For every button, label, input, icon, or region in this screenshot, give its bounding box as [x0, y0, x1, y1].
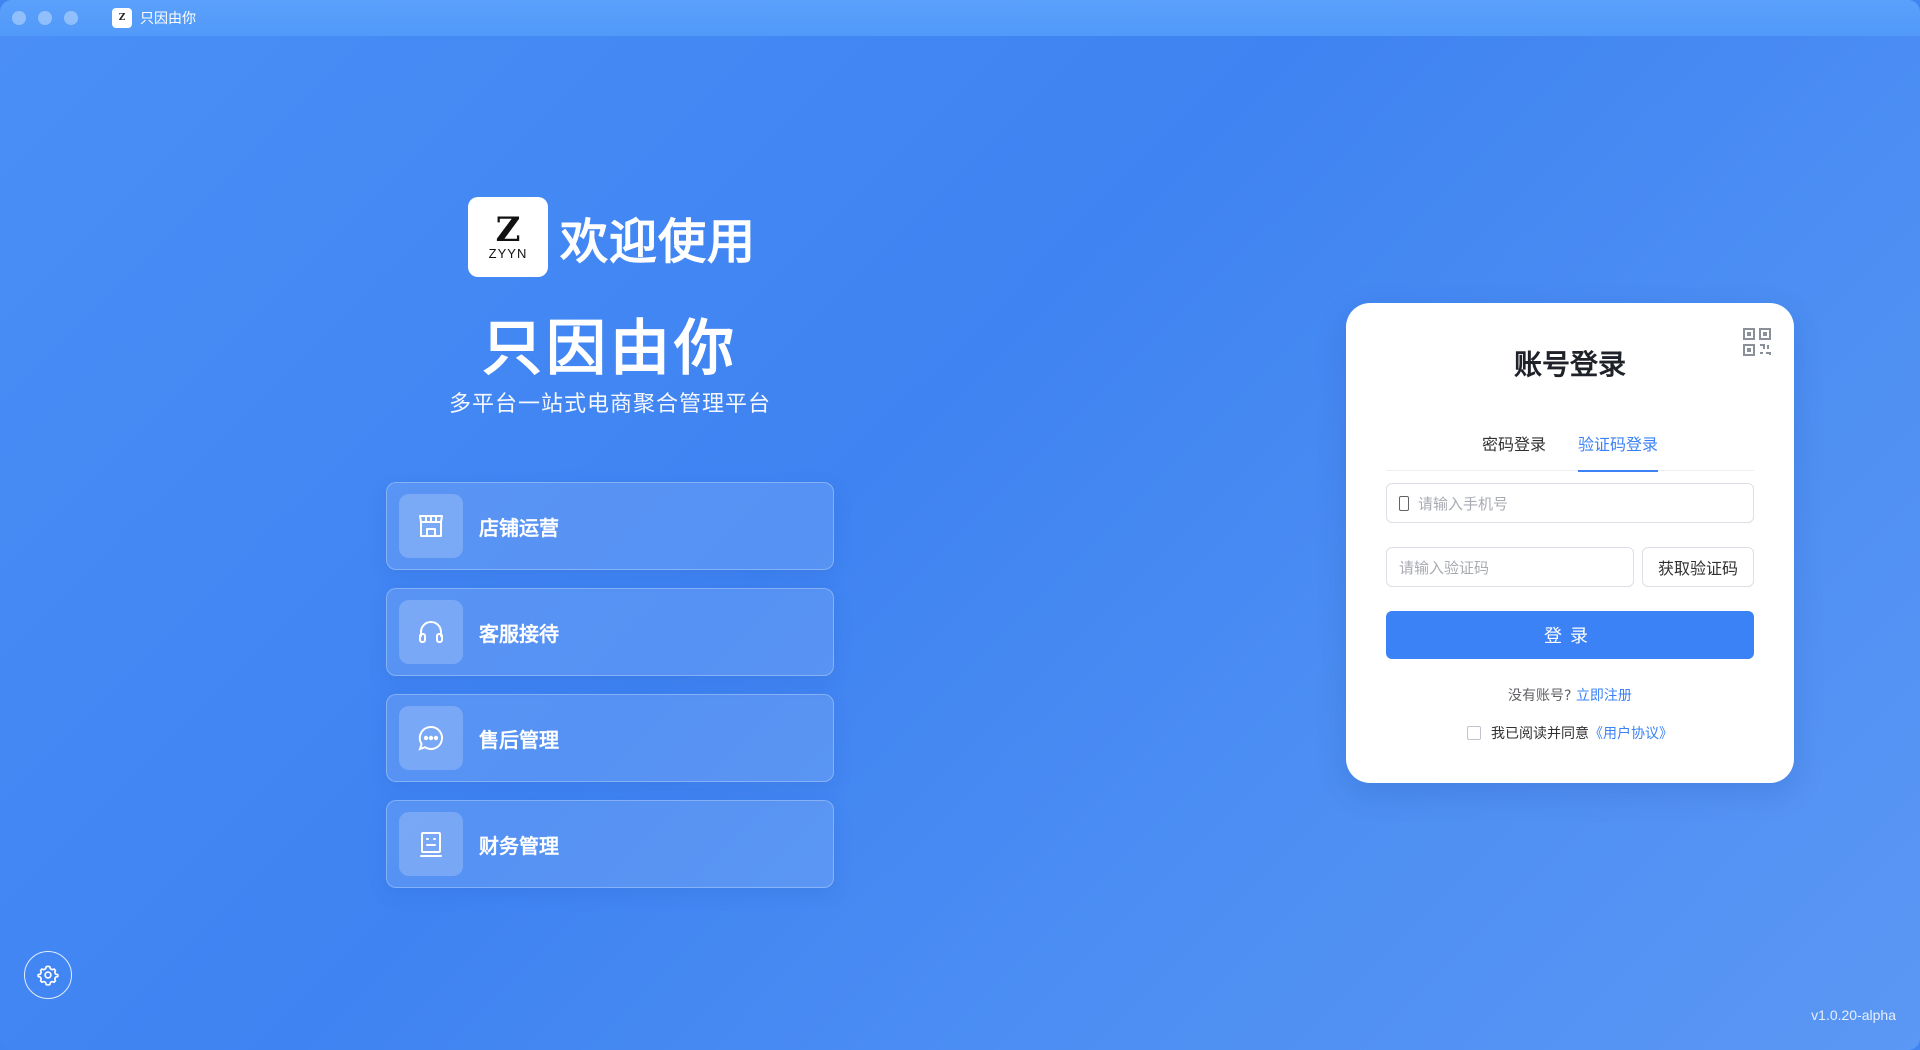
feature-label: 财务管理: [479, 833, 559, 858]
window-title: 只因由你: [140, 11, 196, 27]
register-prompt: 没有账号? 立即注册: [1346, 685, 1794, 705]
mobile-phone-icon: [1399, 495, 1409, 511]
login-button[interactable]: 登录: [1386, 611, 1754, 659]
login-card: 账号登录 密码登录 验证码登录 请输入手机号 请输入验证码 获取验证码 登录 没…: [1346, 303, 1794, 783]
app-logo-icon: Z: [112, 8, 132, 28]
finance-icon: [399, 812, 463, 876]
brand-logo-text: ZYYN: [488, 245, 528, 261]
title-bar: Z 只因由你: [0, 0, 1920, 36]
headset-icon: [399, 600, 463, 664]
agreement-text: 我已阅读并同意: [1491, 726, 1589, 742]
feature-label: 客服接待: [479, 621, 559, 646]
version-label: v1.0.20-alpha: [1811, 1007, 1896, 1023]
feature-label: 店铺运营: [479, 515, 559, 540]
agreement-checkbox[interactable]: [1467, 726, 1481, 740]
verification-code-field[interactable]: 请输入验证码: [1386, 547, 1634, 587]
feature-list: 店铺运营 客服接待 售后管理 财务管理: [386, 482, 834, 906]
brand-slogan: 多平台一站式电商聚合管理平台: [448, 392, 771, 417]
get-code-button[interactable]: 获取验证码: [1642, 547, 1754, 587]
code-placeholder: 请输入验证码: [1399, 558, 1490, 577]
no-account-text: 没有账号?: [1508, 688, 1572, 704]
settings-button[interactable]: [24, 951, 72, 999]
welcome-header: Z ZYYN 欢迎使用: [468, 197, 756, 277]
phone-field[interactable]: 请输入手机号: [1386, 483, 1754, 523]
maximize-window-button[interactable]: [64, 11, 78, 25]
tab-code-login[interactable]: 验证码登录: [1578, 421, 1659, 472]
welcome-heading: 欢迎使用: [560, 214, 757, 270]
close-window-button[interactable]: [12, 11, 26, 25]
minimize-window-button[interactable]: [38, 11, 52, 25]
feature-item-customer-service: 客服接待: [386, 588, 834, 676]
register-link[interactable]: 立即注册: [1576, 688, 1632, 704]
login-title: 账号登录: [1513, 348, 1626, 381]
user-agreement-link[interactable]: 《用户协议》: [1589, 723, 1673, 743]
store-icon: [399, 494, 463, 558]
app-window: Z 只因由你 Z ZYYN 欢迎使用 只因由你 多平台一站式电商聚合管理平台 店…: [0, 0, 1920, 1050]
window-controls: [12, 11, 78, 25]
phone-placeholder: 请输入手机号: [1418, 494, 1509, 513]
feature-item-after-sales: 售后管理: [386, 694, 834, 782]
login-tabs: 密码登录 验证码登录: [1386, 421, 1754, 472]
agreement-row: 我已阅读并同意 《用户协议》: [1346, 723, 1794, 743]
chat-icon: [399, 706, 463, 770]
brand-logo: Z ZYYN: [468, 197, 548, 277]
feature-item-finance: 财务管理: [386, 800, 834, 888]
gear-icon: [37, 965, 59, 986]
feature-item-store-operation: 店铺运营: [386, 482, 834, 570]
feature-label: 售后管理: [479, 727, 559, 752]
tab-password-login[interactable]: 密码登录: [1482, 421, 1546, 471]
brand-logo-mark: Z: [495, 209, 521, 250]
brand-name: 只因由你: [482, 314, 738, 384]
